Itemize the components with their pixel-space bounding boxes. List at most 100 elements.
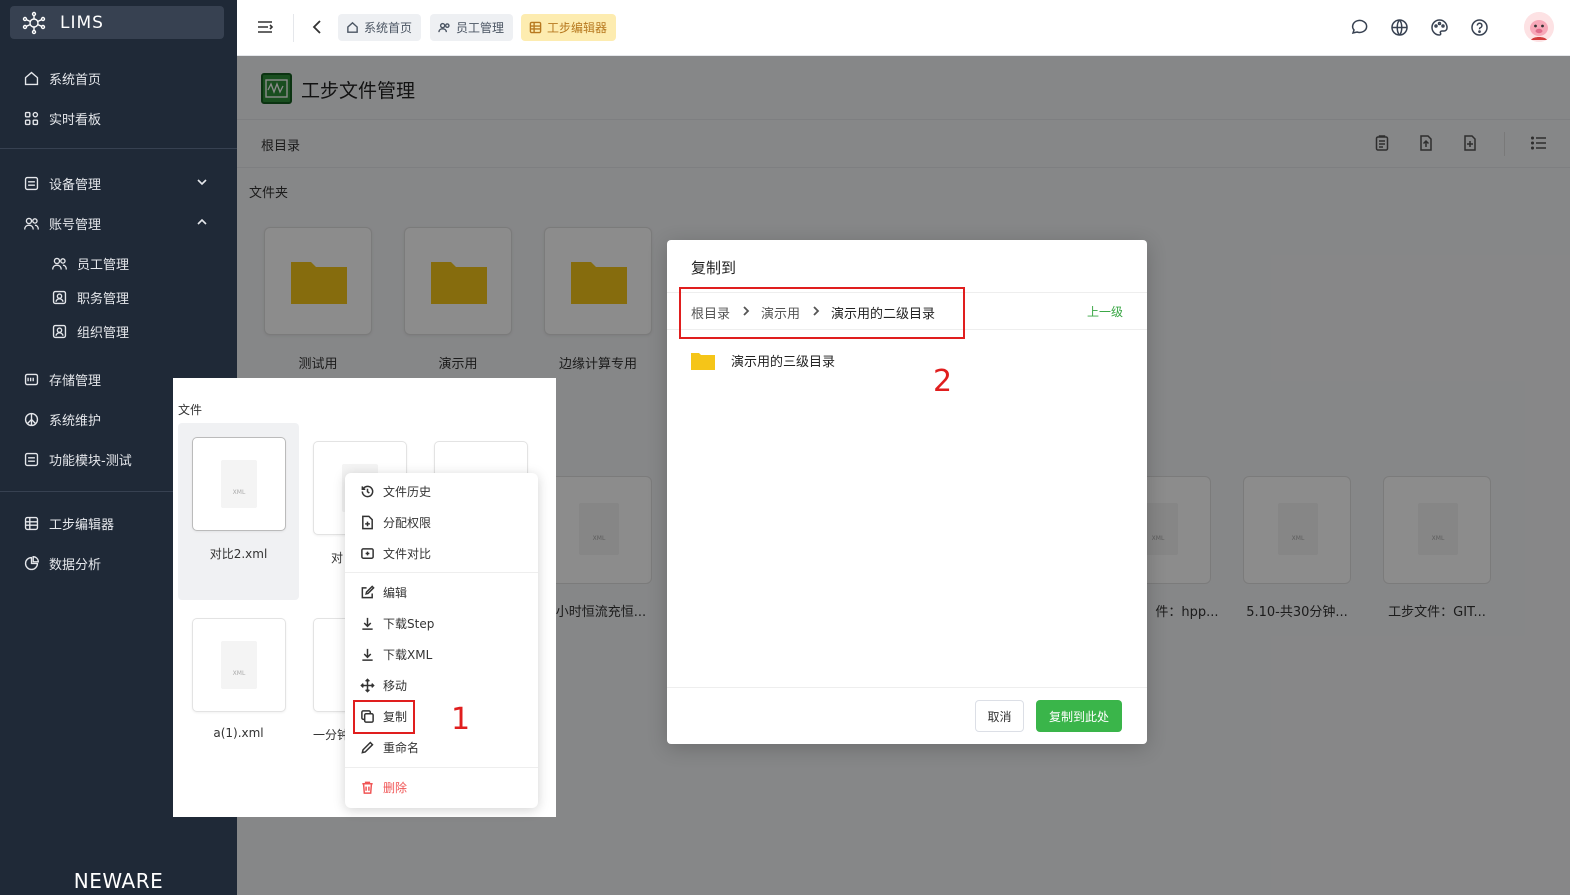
sidebar-item-label: 系统维护 <box>49 413 102 429</box>
parent-directory-link[interactable]: 上一级 <box>1087 303 1123 320</box>
tab-home[interactable]: 系统首页 <box>338 14 422 41</box>
sidebar-item-home[interactable]: 系统首页 <box>0 60 237 96</box>
sidebar-item-label: 设备管理 <box>49 177 102 193</box>
copy-here-button[interactable]: 复制到此处 <box>1036 700 1122 732</box>
menu-item-label: 文件历史 <box>383 484 432 499</box>
menu-item-rename[interactable]: 重命名 <box>345 732 538 762</box>
files-section-label: 文件 <box>178 403 203 417</box>
sidebar-item-staff[interactable]: 员工管理 <box>0 245 237 281</box>
dialog-folder-name: 演示用的三级目录 <box>731 355 836 370</box>
callout-highlight-copy <box>353 700 415 734</box>
app-logo[interactable]: LIMS <box>10 6 224 39</box>
sidebar-item-label: 组织管理 <box>77 325 130 341</box>
file-name: 一分钟 <box>313 728 350 742</box>
dialog-footer: 取消 复制到此处 <box>667 687 1147 744</box>
file-card[interactable]: XML <box>192 618 286 712</box>
menu-item-label: 移动 <box>383 678 408 693</box>
sidebar-divider <box>0 148 237 149</box>
storage-icon <box>22 370 40 388</box>
globe-icon[interactable] <box>1390 18 1409 37</box>
file-card[interactable]: XML <box>192 437 286 531</box>
cancel-button[interactable]: 取消 <box>975 700 1024 732</box>
pie-chart-icon <box>22 554 40 572</box>
file-name: a(1).xml <box>213 726 264 740</box>
palette-icon[interactable] <box>1430 18 1449 37</box>
message-icon[interactable] <box>1350 18 1369 37</box>
callout-number-2: 2 <box>933 364 953 399</box>
device-icon <box>22 174 40 192</box>
download-icon <box>362 648 373 661</box>
brand-logo: NEWARE <box>73 869 164 893</box>
sidebar-item-label: 账号管理 <box>49 217 102 233</box>
back-icon[interactable] <box>309 18 327 36</box>
edit-icon <box>361 584 375 598</box>
sidebar-item-label: 功能模块-测试 <box>49 453 132 469</box>
sidebar-item-label: 数据分析 <box>49 557 102 573</box>
users-icon <box>50 254 68 272</box>
tab-staff[interactable]: 员工管理 <box>430 14 514 41</box>
sidebar-item-label: 存储管理 <box>49 373 102 389</box>
compare-icon <box>361 547 374 559</box>
menu-divider <box>345 572 538 573</box>
sidebar-item-positions[interactable]: 职务管理 <box>0 279 237 315</box>
menu-item-delete[interactable]: 删除 <box>345 772 538 802</box>
sidebar-item-label: 系统首页 <box>49 72 102 88</box>
menu-item-label: 下载Step <box>383 616 435 631</box>
menu-item-move[interactable]: 移动 <box>345 670 538 700</box>
grid-icon <box>529 21 542 34</box>
sidebar-item-label: 职务管理 <box>77 291 130 307</box>
tab-step-editor[interactable]: 工步编辑器 <box>521 14 617 41</box>
history-icon <box>361 485 374 497</box>
peace-icon <box>22 410 40 428</box>
module-icon <box>22 450 40 468</box>
dialog-folder-row[interactable]: 演示用的三级目录 <box>691 351 835 370</box>
menu-item-label: 重命名 <box>383 740 420 755</box>
folder-icon <box>691 352 715 370</box>
dashboard-icon <box>22 109 40 127</box>
sidebar-item-accounts[interactable]: 账号管理 <box>0 205 237 241</box>
menu-item-file-history[interactable]: 文件历史 <box>345 476 538 506</box>
pencil-icon <box>361 740 374 754</box>
menu-item-label: 编辑 <box>383 585 408 600</box>
home-icon <box>347 21 358 33</box>
tab-label: 工步编辑器 <box>547 21 608 35</box>
id-badge-icon <box>50 322 68 340</box>
sidebar-item-label: 实时看板 <box>49 112 102 128</box>
xml-file-icon: XML <box>221 641 257 689</box>
menu-item-download-xml[interactable]: 下载XML <box>345 639 538 669</box>
file-name: 对 <box>330 551 343 565</box>
help-icon[interactable] <box>1470 18 1489 37</box>
top-bar: 系统首页 员工管理 工步编辑器 <box>237 0 1570 56</box>
menu-item-file-compare[interactable]: 文件对比 <box>345 538 538 568</box>
menu-divider <box>345 767 538 768</box>
menu-item-edit[interactable]: 编辑 <box>345 577 538 607</box>
logo-icon <box>22 11 46 34</box>
users-icon <box>438 22 450 33</box>
trash-icon <box>362 781 373 794</box>
sidebar-item-devices[interactable]: 设备管理 <box>0 165 237 201</box>
menu-item-label: 文件对比 <box>383 546 432 561</box>
chevron-down-icon <box>195 175 209 189</box>
dialog-title: 复制到 <box>691 259 737 277</box>
menu-item-label: 下载XML <box>383 647 433 662</box>
tab-label: 系统首页 <box>364 21 413 35</box>
menu-item-download-step[interactable]: 下载Step <box>345 608 538 638</box>
move-icon <box>360 677 375 693</box>
app-logo-text: LIMS <box>60 12 104 33</box>
users-icon <box>22 214 40 232</box>
sidebar-item-organizations[interactable]: 组织管理 <box>0 313 237 349</box>
callout-highlight-breadcrumb <box>679 287 965 339</box>
callout-number-1: 1 <box>451 702 471 737</box>
menu-item-label: 删除 <box>383 780 408 795</box>
menu-item-assign-permissions[interactable]: 分配权限 <box>345 507 538 537</box>
user-avatar[interactable] <box>1524 12 1554 42</box>
sidebar-item-dashboard[interactable]: 实时看板 <box>0 100 237 136</box>
avatar-image <box>1524 12 1554 42</box>
context-menu: 文件历史 分配权限 文件对比 编辑 下载Step 下载XML 移动 复制 重命名… <box>345 473 538 808</box>
sidebar-item-label: 工步编辑器 <box>49 517 115 533</box>
grid-icon <box>22 514 40 532</box>
home-icon <box>22 69 40 87</box>
download-icon <box>362 617 373 630</box>
sidebar-item-label: 员工管理 <box>77 257 130 273</box>
menu-fold-icon[interactable] <box>256 18 274 36</box>
